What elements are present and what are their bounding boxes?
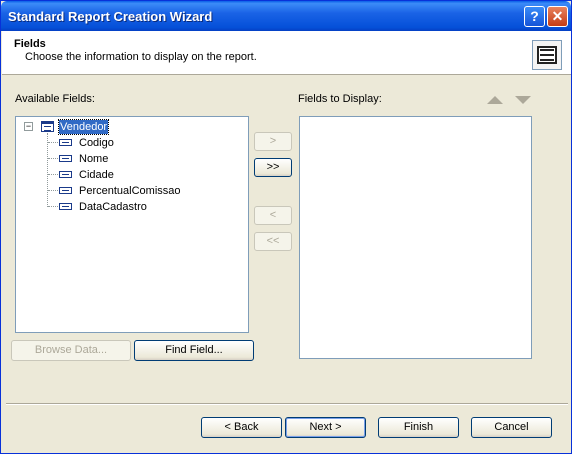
tree-line bbox=[48, 206, 58, 207]
footer-separator bbox=[6, 403, 568, 405]
remove-field-button[interactable]: < bbox=[254, 206, 292, 225]
wizard-window: Standard Report Creation Wizard ? ✕ Fiel… bbox=[0, 0, 572, 454]
window-title: Standard Report Creation Wizard bbox=[8, 9, 213, 24]
fields-to-display-list[interactable] bbox=[299, 116, 532, 359]
wizard-header: Fields Choose the information to display… bbox=[2, 31, 571, 75]
tree-field-codigo[interactable]: Codigo bbox=[79, 136, 114, 150]
close-button[interactable]: ✕ bbox=[547, 6, 568, 27]
field-icon bbox=[59, 203, 72, 210]
tree-line bbox=[48, 142, 58, 143]
table-icon bbox=[41, 121, 54, 132]
remove-all-fields-button[interactable]: << bbox=[254, 232, 292, 251]
tree-line bbox=[47, 133, 48, 207]
tree-root-vendedor[interactable]: Vendedor bbox=[57, 119, 110, 135]
tree-field-cidade[interactable]: Cidade bbox=[79, 168, 114, 182]
cancel-button[interactable]: Cancel bbox=[471, 417, 552, 438]
tree-line bbox=[48, 174, 58, 175]
tree-line bbox=[48, 158, 58, 159]
help-button[interactable]: ? bbox=[524, 6, 545, 27]
title-bar[interactable]: Standard Report Creation Wizard ? ✕ bbox=[1, 1, 571, 31]
page-subtitle: Choose the information to display on the… bbox=[25, 51, 257, 63]
available-fields-label: Available Fields: bbox=[15, 93, 95, 105]
add-all-fields-button[interactable]: >> bbox=[254, 158, 292, 177]
field-icon bbox=[59, 139, 72, 146]
tree-line bbox=[48, 190, 58, 191]
back-button[interactable]: < Back bbox=[201, 417, 282, 438]
page-title: Fields bbox=[14, 38, 46, 50]
tree-field-nome[interactable]: Nome bbox=[79, 152, 108, 166]
move-up-icon[interactable] bbox=[487, 96, 503, 104]
collapse-icon[interactable]: − bbox=[24, 122, 33, 131]
available-fields-tree[interactable]: − Vendedor Codigo Nome Cidade Percentual… bbox=[15, 116, 249, 333]
tree-field-data-cadastro[interactable]: DataCadastro bbox=[79, 200, 147, 214]
find-field-button[interactable]: Find Field... bbox=[134, 340, 254, 361]
field-icon bbox=[59, 171, 72, 178]
move-down-icon[interactable] bbox=[515, 96, 531, 104]
report-fields-icon bbox=[532, 40, 562, 70]
fields-to-display-label: Fields to Display: bbox=[298, 93, 382, 105]
next-button[interactable]: Next > bbox=[285, 417, 366, 438]
tree-field-percentual-comissao[interactable]: PercentualComissao bbox=[79, 184, 181, 198]
browse-data-button[interactable]: Browse Data... bbox=[11, 340, 131, 361]
field-icon bbox=[59, 187, 72, 194]
field-icon bbox=[59, 155, 72, 162]
add-field-button[interactable]: > bbox=[254, 132, 292, 151]
finish-button[interactable]: Finish bbox=[378, 417, 459, 438]
